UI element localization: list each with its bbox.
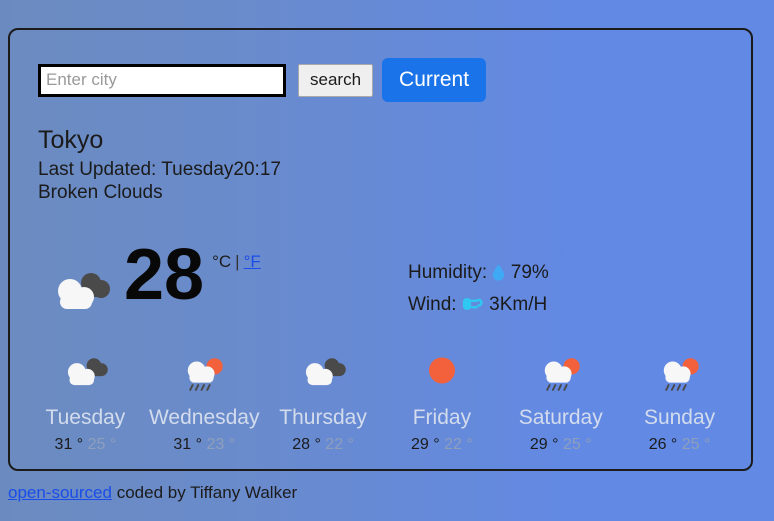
forecast-day-temps: 31 ° 25 °: [26, 436, 145, 454]
forecast-high: 31 °: [54, 436, 84, 453]
forecast-low: 25 °: [681, 436, 711, 453]
sun-rain-icon: [145, 352, 264, 396]
forecast-day-temps: 31 ° 23 °: [145, 436, 264, 454]
forecast-row: Tuesday 31 ° 25 ° Wednesday 31 ° 23 ° Th…: [26, 352, 739, 454]
forecast-day-name: Saturday: [518, 406, 603, 429]
sun-icon: [382, 352, 501, 396]
search-input[interactable]: [38, 63, 286, 97]
unit-separator: |: [235, 252, 240, 271]
broken-clouds-icon: [26, 352, 145, 396]
forecast-day-name: Wednesday: [148, 406, 260, 429]
wind-dash-icon: [462, 293, 484, 322]
celsius-unit: °C: [212, 252, 232, 271]
forecast-day-name: Thursday: [279, 406, 367, 429]
forecast-day: Thursday 28 ° 22 °: [264, 352, 383, 454]
forecast-day-name: Tuesday: [45, 406, 126, 429]
last-updated: Last Updated: Tuesday20:17: [38, 159, 281, 180]
weather-condition: Broken Clouds: [38, 182, 163, 203]
forecast-low: 23 °: [206, 436, 236, 453]
forecast-day-name: Sunday: [643, 406, 716, 429]
footer-credit: coded by Tiffany Walker: [116, 483, 298, 502]
forecast-day: Wednesday 31 ° 23 °: [145, 352, 264, 454]
wind-value: 3Km/H: [489, 294, 548, 315]
weather-app-card: search Current Tokyo Last Updated: Tuesd…: [8, 28, 753, 471]
forecast-day-temps: 29 ° 25 °: [501, 436, 620, 454]
forecast-low: 22 °: [444, 436, 473, 453]
forecast-low: 25 °: [562, 436, 592, 453]
city-name: Tokyo: [38, 126, 104, 154]
sun-rain-icon: [620, 352, 739, 396]
forecast-high: 29 °: [411, 436, 440, 453]
temperature-value: 28: [124, 235, 205, 315]
humidity-value: 79%: [510, 262, 549, 283]
forecast-day: Saturday 29 ° 25 °: [501, 352, 620, 454]
broken-clouds-icon: [264, 352, 383, 396]
forecast-low: 22 °: [325, 436, 354, 453]
wind-label: Wind:: [408, 294, 457, 315]
search-button[interactable]: search: [298, 63, 374, 97]
forecast-high: 26 °: [648, 436, 678, 453]
forecast-day: Friday 29 ° 22 °: [382, 352, 501, 454]
current-location-button[interactable]: Current: [382, 58, 487, 102]
sun-rain-icon: [501, 352, 620, 396]
footer: open-sourced coded by Tiffany Walker: [8, 483, 297, 503]
unit-toggle: °C | °F: [212, 252, 261, 272]
forecast-low: 25 °: [87, 436, 117, 453]
forecast-day: Tuesday 31 ° 25 °: [26, 352, 145, 454]
forecast-day-temps: 29 ° 22 °: [382, 436, 501, 454]
forecast-high: 28 °: [292, 436, 321, 453]
fahrenheit-link[interactable]: °F: [244, 252, 261, 271]
current-temperature-block: 28 °C | °F: [48, 238, 261, 327]
broken-clouds-icon: [48, 263, 112, 327]
open-sourced-link[interactable]: open-sourced: [8, 483, 112, 502]
water-drop-icon: [492, 261, 505, 290]
forecast-high: 29 °: [529, 436, 559, 453]
forecast-high: 31 °: [173, 436, 203, 453]
forecast-day-name: Friday: [412, 406, 472, 429]
search-bar: search Current: [38, 58, 487, 102]
wind-row: Wind: 3Km/H: [408, 290, 549, 322]
forecast-day: Sunday 26 ° 25 °: [620, 352, 739, 454]
humidity-row: Humidity: 79%: [408, 258, 549, 290]
forecast-day-temps: 28 ° 22 °: [264, 436, 383, 454]
weather-stats: Humidity: 79% Wind: 3Km/H: [408, 258, 549, 322]
humidity-label: Humidity:: [408, 262, 488, 283]
forecast-day-temps: 26 ° 25 °: [620, 436, 739, 454]
